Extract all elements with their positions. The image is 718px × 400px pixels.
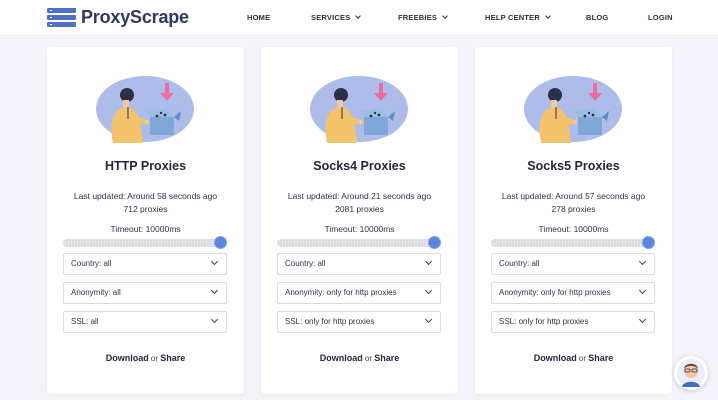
download-illustration: [523, 75, 623, 143]
support-chat-button[interactable]: [674, 356, 708, 390]
chevron-down-icon: [638, 286, 647, 295]
slider-thumb[interactable]: [642, 236, 655, 249]
proxy-count: 712 proxies: [123, 204, 168, 214]
card-actions: Download or Share: [261, 353, 458, 363]
card-title: Socks5 Proxies: [527, 159, 620, 173]
card-title: Socks4 Proxies: [313, 159, 406, 173]
chevron-down-icon: [638, 257, 647, 266]
card-title: HTTP Proxies: [104, 159, 187, 173]
timeout-slider[interactable]: [277, 236, 441, 249]
last-updated-text: Last updated: Around 58 seconds ago: [73, 191, 218, 201]
anonymity-select[interactable]: Anonymity: all: [63, 282, 227, 304]
chevron-down-icon: [424, 286, 433, 295]
slider-thumb[interactable]: [428, 236, 441, 249]
nav-login[interactable]: LOGIN: [648, 13, 673, 22]
nav-services[interactable]: SERVICES: [311, 13, 362, 22]
logo[interactable]: ProxyScrape: [47, 7, 189, 28]
last-updated-text: Last updated: Around 57 seconds ago: [501, 191, 646, 201]
anonymity-select[interactable]: Anonymity: only for http proxies: [277, 282, 441, 304]
slider-thumb[interactable]: [214, 236, 227, 249]
download-link[interactable]: Download: [320, 353, 363, 363]
country-select[interactable]: Country: all: [63, 253, 227, 275]
chevron-down-icon: [355, 13, 362, 19]
chevron-down-icon: [638, 315, 647, 324]
chevron-down-icon: [210, 286, 219, 295]
timeout-slider[interactable]: [491, 236, 655, 249]
proxy-card-socks4: Socks4 Proxies Last updated: Around 21 s…: [261, 47, 458, 394]
last-updated-text: Last updated: Around 21 seconds ago: [287, 191, 432, 201]
timeout-label: Timeout: 10000ms: [324, 224, 395, 234]
country-select[interactable]: Country: all: [277, 253, 441, 275]
share-link[interactable]: Share: [374, 353, 399, 363]
chevron-down-icon: [424, 315, 433, 324]
or-text: or: [364, 353, 373, 363]
nav-freebies[interactable]: FREEBIES: [398, 13, 448, 22]
country-select[interactable]: Country: all: [491, 253, 655, 275]
card-actions: Download or Share: [47, 353, 244, 363]
chevron-down-icon: [442, 13, 448, 19]
ssl-select[interactable]: SSL: all: [63, 311, 227, 333]
brand-name: ProxyScrape: [81, 7, 189, 27]
chevron-down-icon: [210, 315, 219, 324]
proxy-count: 2081 proxies: [335, 204, 384, 214]
ssl-select[interactable]: SSL: only for http proxies: [277, 311, 441, 333]
card-actions: Download or Share: [475, 353, 672, 363]
share-link[interactable]: Share: [588, 353, 613, 363]
download-illustration: [95, 75, 195, 143]
download-link[interactable]: Download: [534, 353, 577, 363]
support-avatar-icon: [677, 359, 705, 387]
proxy-card-http: HTTP Proxies Last updated: Around 58 sec…: [47, 47, 244, 394]
download-illustration: [309, 75, 409, 143]
chevron-down-icon: [424, 257, 433, 266]
share-link[interactable]: Share: [160, 353, 185, 363]
chevron-down-icon: [210, 257, 219, 266]
timeout-label: Timeout: 10000ms: [538, 224, 609, 234]
nav-home[interactable]: HOME: [247, 13, 270, 22]
proxy-count: 278 proxies: [551, 204, 596, 214]
anonymity-select[interactable]: Anonymity: only for http proxies: [491, 282, 655, 304]
proxy-card-socks5: Socks5 Proxies Last updated: Around 57 s…: [475, 47, 672, 394]
timeout-slider[interactable]: [63, 236, 227, 249]
nav-blog[interactable]: BLOG: [586, 13, 608, 22]
timeout-label: Timeout: 10000ms: [110, 224, 181, 234]
nav-help-center[interactable]: HELP CENTER: [485, 13, 551, 22]
or-text: or: [150, 353, 159, 363]
ssl-select[interactable]: SSL: only for http proxies: [491, 311, 655, 333]
download-link[interactable]: Download: [106, 353, 149, 363]
or-text: or: [578, 353, 587, 363]
site-header: ProxyScrape HOME SERVICES FREEBIES HELP …: [0, 0, 718, 36]
chevron-down-icon: [545, 13, 551, 19]
server-stack-icon: [47, 8, 76, 27]
